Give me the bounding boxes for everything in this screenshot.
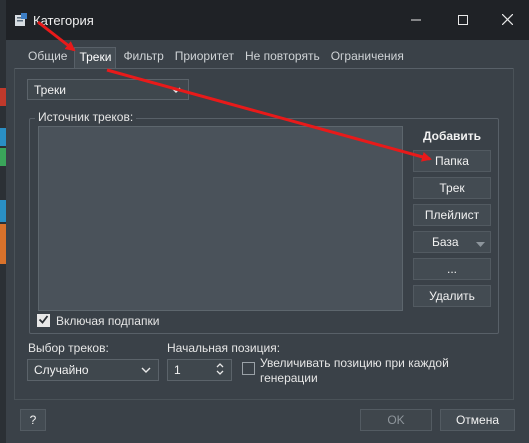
arrow-to-tracks-tab [37, 20, 76, 52]
arrow-to-folder-button [106, 68, 432, 162]
annotation-arrows [37, 20, 432, 162]
